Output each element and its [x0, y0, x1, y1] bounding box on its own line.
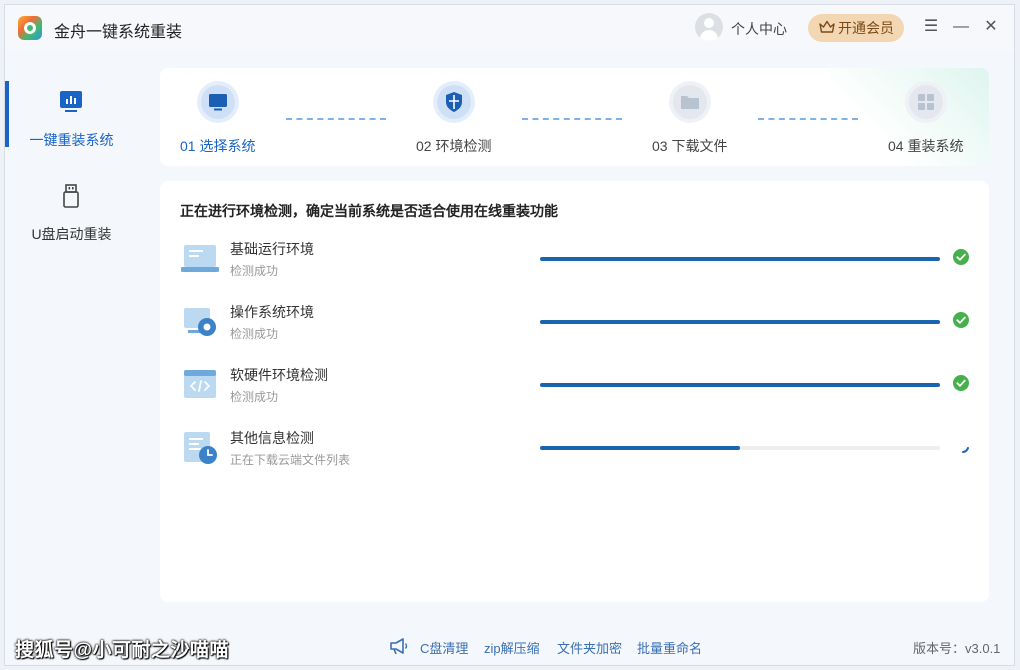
sidebar-item-one-click-reinstall[interactable]: 一键重装系统	[5, 51, 138, 148]
progress-bar	[540, 257, 940, 261]
step-2-circle	[433, 81, 475, 123]
check-name: 其他信息检测	[230, 430, 314, 446]
step-connector	[758, 118, 858, 120]
document-clock-icon	[184, 432, 217, 464]
app-title: 金舟一键系统重装	[54, 24, 183, 41]
crown-icon	[819, 20, 835, 33]
menu-icon[interactable]: ☰	[921, 17, 941, 37]
step-4-circle	[905, 81, 947, 123]
progress-bar	[540, 383, 940, 387]
watermark-text: 搜狐号@小可耐之沙喵喵	[15, 640, 230, 661]
code-window-icon	[184, 370, 216, 398]
footer-bar: 搜狐号@小可耐之沙喵喵 C盘清理 zip解压缩 文件夹加密 批量重命名 版本号：…	[5, 625, 1014, 665]
loading-spinner-icon	[962, 447, 969, 453]
progress-bar	[540, 320, 940, 324]
version-label: 版本号：v3.0.1	[913, 641, 1001, 656]
shield-icon	[446, 92, 462, 112]
steps-panel: 01 选择系统 02 环境检测 03 下载文件 04 重装系统	[160, 68, 989, 166]
tool-batch-rename[interactable]: 批量重命名	[637, 638, 702, 657]
progress-bar	[540, 446, 940, 450]
check-name: 基础运行环境	[230, 241, 314, 257]
check-name: 软硬件环境检测	[230, 367, 328, 383]
step-1-circle	[197, 81, 239, 123]
close-button[interactable]: ✕	[981, 17, 1001, 37]
step-3-circle	[669, 81, 711, 123]
sidebar: 一键重装系统 U盘启动重装	[5, 51, 138, 665]
step-2-label: 02 环境检测	[416, 138, 492, 154]
user-center-link[interactable]: 个人中心	[731, 19, 787, 39]
check-status: 检测成功	[230, 390, 279, 404]
usb-drive-icon	[63, 184, 79, 208]
list-item: 操作系统环境 检测成功	[160, 302, 989, 352]
megaphone-icon	[390, 638, 408, 655]
progress-fill	[540, 446, 740, 450]
tool-c-drive-cleanup[interactable]: C盘清理	[420, 638, 468, 657]
check-success-icon	[953, 312, 969, 328]
tool-zip-extract[interactable]: zip解压缩	[484, 638, 540, 657]
check-success-icon	[953, 375, 969, 391]
check-status: 检测成功	[230, 327, 279, 341]
title-bar: 金舟一键系统重装 个人中心 开通会员 ☰ — ✕	[5, 5, 1014, 51]
sidebar-item-usb-reinstall[interactable]: U盘启动重装	[5, 141, 138, 242]
avatar[interactable]	[695, 13, 723, 41]
detection-panel: 正在进行环境检测，确定当前系统是否适合使用在线重装功能 基础运行环境 检测成功	[160, 181, 989, 602]
check-success-icon	[953, 249, 969, 265]
minimize-button[interactable]: —	[951, 17, 971, 37]
step-3-label: 03 下载文件	[652, 138, 728, 154]
list-item: 基础运行环境 检测成功	[160, 239, 989, 289]
laptop-icon	[181, 245, 219, 272]
progress-fill	[540, 257, 940, 261]
check-status: 正在下载云端文件列表	[230, 453, 351, 467]
os-gear-icon	[184, 308, 216, 336]
vip-button-label: 开通会员	[838, 20, 894, 36]
list-item: 其他信息检测 正在下载云端文件列表	[160, 428, 989, 478]
step-4-label: 04 重装系统	[888, 138, 964, 154]
check-name: 操作系统环境	[230, 304, 314, 320]
step-1-label: 01 选择系统	[180, 138, 256, 154]
tool-folder-encrypt[interactable]: 文件夹加密	[557, 638, 622, 657]
step-connector	[522, 118, 622, 120]
app-window: 金舟一键系统重装 个人中心 开通会员 ☰ — ✕ 一键重装系统 U盘启动重装 0…	[4, 4, 1015, 666]
vip-button[interactable]: 开通会员	[808, 14, 904, 42]
step-connector	[286, 118, 386, 120]
sidebar-item-label: U盘启动重装	[31, 226, 112, 242]
progress-fill	[540, 383, 940, 387]
monitor-chart-icon	[60, 91, 82, 112]
app-logo-icon	[18, 16, 42, 40]
windows-icon	[918, 94, 934, 110]
progress-fill	[540, 320, 940, 324]
list-item: 软硬件环境检测 检测成功	[160, 365, 989, 415]
check-status: 检测成功	[230, 264, 279, 278]
monitor-icon	[209, 94, 227, 111]
page-title: 正在进行环境检测，确定当前系统是否适合使用在线重装功能	[180, 203, 558, 219]
folder-icon	[681, 96, 699, 109]
